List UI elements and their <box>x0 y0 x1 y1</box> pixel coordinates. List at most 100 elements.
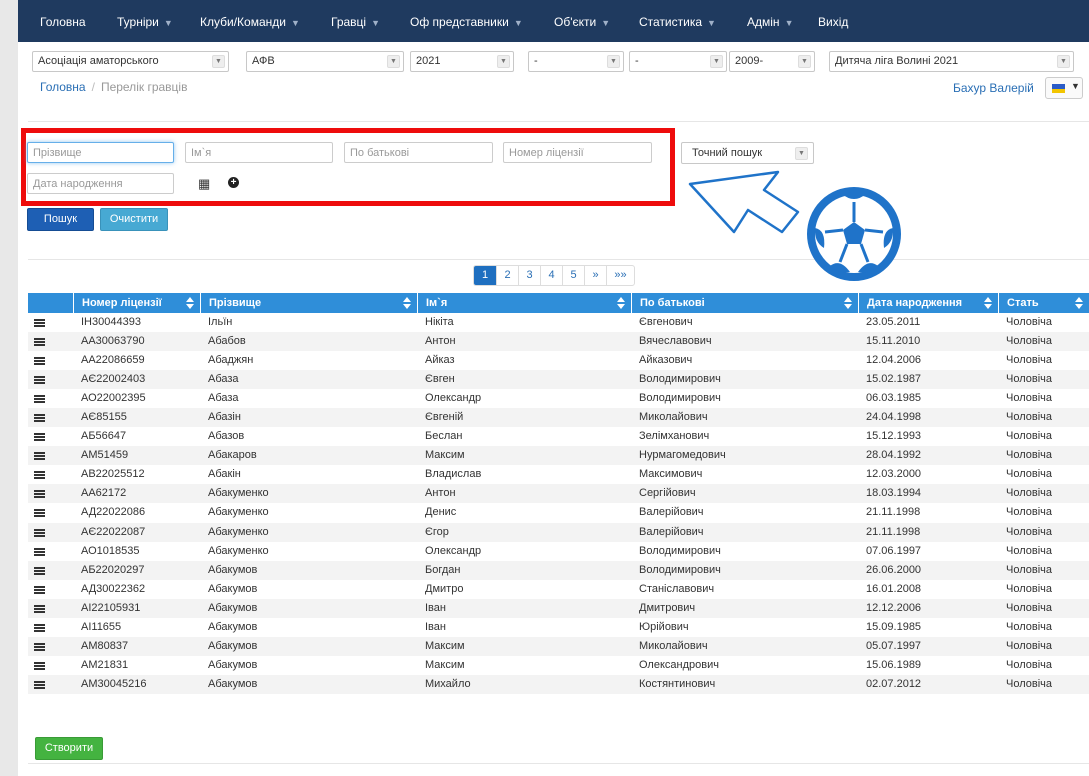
hamburger-icon[interactable] <box>34 395 45 404</box>
league-select[interactable]: Дитяча ліга Волині 2021 ▼ <box>829 51 1074 72</box>
hamburger-icon[interactable] <box>34 414 45 423</box>
breadcrumb-home[interactable]: Головна <box>40 80 86 94</box>
table-row[interactable]: АМ21831 Абакумов Максим Олександрович 15.06.… <box>28 656 1089 675</box>
table-row[interactable]: АМ51459 Абакаров Максим Нурмагомедович 28.04… <box>28 446 1089 466</box>
table-row[interactable]: АВ22025512 Абакін Владислав Максимович 12.03… <box>28 465 1089 484</box>
cell-gender: Чоловіча <box>1006 563 1053 576</box>
nav-logout[interactable]: Вихід <box>818 0 848 42</box>
language-switcher[interactable]: ▼ <box>1045 77 1083 99</box>
chevron-down-icon: ▼ <box>497 55 510 68</box>
hamburger-icon[interactable] <box>34 471 45 480</box>
cell-gender: Чоловіча <box>1006 658 1053 671</box>
hamburger-icon[interactable] <box>34 661 45 670</box>
table-row[interactable]: АІ22105931 Абакумов Іван Дмитрович 12.12.200… <box>28 598 1089 618</box>
table-row[interactable]: АО22002395 Абаза Олександр Володимирович 06.… <box>28 389 1089 408</box>
table-row[interactable]: АД22022086 Абакуменко Денис Валерійович 21.1… <box>28 503 1089 522</box>
cell-birth-date: 15.06.1989 <box>866 658 922 671</box>
hamburger-icon[interactable] <box>34 376 45 385</box>
calendar-grid-icon[interactable]: ▦ <box>198 176 210 192</box>
hamburger-icon[interactable] <box>34 509 45 518</box>
cell-first-name: Дмитро <box>425 582 464 595</box>
sort-arrows-icon[interactable] <box>843 296 853 310</box>
table-row[interactable]: АМ30045216 Абакумов Михайло Костянтинович 02… <box>28 674 1089 694</box>
players-table: Номер ліцензії Прізвище Ім`я По батькові Дат… <box>28 293 1089 694</box>
nav-clubs-teams[interactable]: Клуби/Команди ▼ <box>200 0 300 42</box>
hamburger-icon[interactable] <box>34 319 45 327</box>
page-2[interactable]: 2 <box>496 266 518 285</box>
search-button[interactable]: Пошук <box>27 208 94 231</box>
plus-circle-icon[interactable]: + <box>228 177 239 188</box>
table-row[interactable]: АА22086659 Абаджян Айказ Айказович 12.04.200… <box>28 351 1089 370</box>
cell-surname: Абабов <box>208 335 246 348</box>
patronymic-input[interactable] <box>344 142 493 163</box>
table-row[interactable]: АЄ22022087 Абакуменко Єгор Валерійович 21.11… <box>28 522 1089 542</box>
cell-first-name: Владислав <box>425 468 482 481</box>
header-gender[interactable]: Стать <box>998 293 1089 313</box>
federation-select[interactable]: АФВ ▼ <box>246 51 404 72</box>
hamburger-icon[interactable] <box>34 338 45 347</box>
header-first-name[interactable]: Ім`я <box>417 293 631 313</box>
sort-arrows-icon[interactable] <box>983 296 993 310</box>
filter-select-4[interactable]: - ▼ <box>528 51 624 72</box>
page-1[interactable]: 1 <box>474 266 496 285</box>
page-next[interactable]: » <box>584 266 606 285</box>
create-button[interactable]: Створити <box>35 737 103 760</box>
page-last[interactable]: »» <box>606 266 634 285</box>
table-row[interactable]: АА62172 Абакуменко Антон Сергійович 18.03.19… <box>28 484 1089 504</box>
header-patronymic[interactable]: По батькові <box>631 293 858 313</box>
hamburger-icon[interactable] <box>34 566 45 575</box>
header-surname[interactable]: Прізвище <box>200 293 417 313</box>
hamburger-icon[interactable] <box>34 585 45 594</box>
table-row[interactable]: АБ56647 Абазов Беслан Зелімханович 15.12.199… <box>28 427 1089 446</box>
sort-arrows-icon[interactable] <box>616 296 626 310</box>
table-row[interactable]: АА30063790 Абабов Антон Вячеславович 15.11.2… <box>28 332 1089 352</box>
license-number-input[interactable] <box>503 142 652 163</box>
nav-tournaments[interactable]: Турніри ▼ <box>117 0 173 42</box>
table-row[interactable]: АО1018535 Абакуменко Олександр Володимирови… <box>28 542 1089 561</box>
nav-players[interactable]: Гравці ▼ <box>331 0 380 42</box>
association-select[interactable]: Асоціація аматорського ▼ <box>32 51 229 72</box>
sort-arrows-icon[interactable] <box>402 296 412 310</box>
chevron-down-icon: ▼ <box>795 147 808 160</box>
hamburger-icon[interactable] <box>34 623 45 632</box>
hamburger-icon[interactable] <box>34 433 45 442</box>
header-license-number[interactable]: Номер ліцензії <box>73 293 200 313</box>
user-name-link[interactable]: Бахур Валерій <box>953 81 1034 95</box>
hamburger-icon[interactable] <box>34 528 45 537</box>
sort-arrows-icon[interactable] <box>1074 296 1084 310</box>
birth-year-select[interactable]: 2009- ▼ <box>729 51 815 72</box>
filter-select-5[interactable]: - ▼ <box>629 51 727 72</box>
table-row[interactable]: АІ11655 Абакумов Іван Юрійович 15.09.1985 Чол… <box>28 618 1089 637</box>
table-row[interactable]: АД30022362 Абакумов Дмитро Станіславович 16.… <box>28 580 1089 599</box>
nav-officials[interactable]: Оф представники ▼ <box>410 0 523 42</box>
name-input[interactable] <box>185 142 333 163</box>
hamburger-icon[interactable] <box>34 680 45 689</box>
cell-first-name: Михайло <box>425 677 471 690</box>
page-3[interactable]: 3 <box>518 266 540 285</box>
nav-objects[interactable]: Об'єкти ▼ <box>554 0 610 42</box>
clear-button[interactable]: Очистити <box>100 208 168 231</box>
hamburger-icon[interactable] <box>34 547 45 556</box>
page-4[interactable]: 4 <box>540 266 562 285</box>
hamburger-icon[interactable] <box>34 357 45 366</box>
header-actions <box>28 293 73 313</box>
surname-input[interactable] <box>27 142 174 163</box>
sort-arrows-icon[interactable] <box>185 296 195 310</box>
season-select[interactable]: 2021 ▼ <box>410 51 514 72</box>
table-row[interactable]: АЄ85155 Абазін Євгеній Миколайович 24.04.199… <box>28 408 1089 428</box>
table-row[interactable]: АМ80837 Абакумов Максим Миколайович 05.07.19… <box>28 636 1089 656</box>
table-row[interactable]: АБ22020297 Абакумов Богдан Володимирович 26.… <box>28 560 1089 580</box>
hamburger-icon[interactable] <box>34 490 45 499</box>
nav-admin[interactable]: Адмін ▼ <box>747 0 793 42</box>
table-row[interactable]: АЄ22002403 Абаза Євген Володимирович 15.02.1… <box>28 370 1089 390</box>
hamburger-icon[interactable] <box>34 452 45 461</box>
table-row[interactable]: ІН30044393 Ільїн Нікіта Євгенович 23.05.2011… <box>28 313 1089 332</box>
cell-surname: Абакумов <box>208 582 258 595</box>
page-5[interactable]: 5 <box>562 266 584 285</box>
hamburger-icon[interactable] <box>34 604 45 613</box>
birthdate-input[interactable] <box>27 173 174 194</box>
header-birth-date[interactable]: Дата народження <box>858 293 998 313</box>
nav-statistics[interactable]: Статистика ▼ <box>639 0 716 42</box>
nav-home[interactable]: Головна <box>40 0 86 42</box>
hamburger-icon[interactable] <box>34 642 45 651</box>
